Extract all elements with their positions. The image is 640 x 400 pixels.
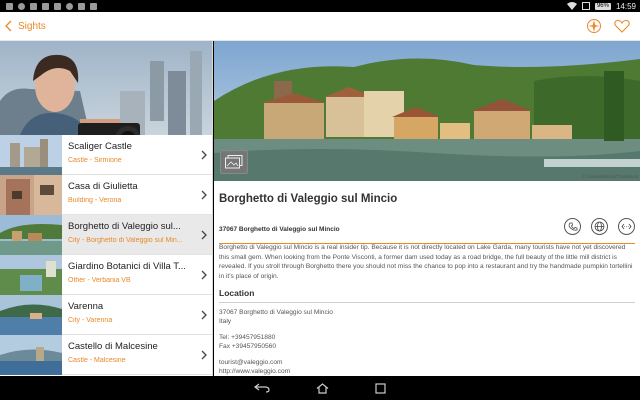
directions-icon [621,223,632,230]
list-item[interactable]: Scaliger Castle Castle - Sirmione [0,135,212,175]
phone-icon [568,222,577,231]
action-bar: Sights [0,12,640,41]
description: Borghetto di Valeggio sul Mincio is a re… [219,244,633,280]
address-line: 37067 Borghetto di Valeggio sul Mincio [219,226,340,233]
battery-indicator: 96% [594,2,611,10]
phone-number[interactable]: Tel: +39457951880 [219,334,333,343]
thumbnail-image [0,215,62,255]
thumbnail-image [0,135,62,175]
list-item[interactable]: Castello di Malcesine Castle - Malcesine [0,335,212,375]
notification-icon [66,2,73,10]
photo-credit: © LianeM/iStock/Thinkstock [582,174,638,179]
item-subtitle: City - Varenna [68,317,113,324]
call-button[interactable] [564,218,581,235]
status-bar: 96% 14:59 [0,0,640,12]
item-subtitle: City - Borghetto di Valeggio sul Min... [68,237,183,244]
item-subtitle: Other - Verbania VB [68,277,131,284]
chevron-right-icon [201,270,207,279]
thumbnail-image [0,255,62,295]
back-nav-icon[interactable] [254,383,270,393]
clock: 14:59 [615,1,636,11]
navigation-bar [0,376,640,400]
item-title: Borghetto di Valeggio sul... [68,221,181,232]
gallery-button[interactable] [220,150,248,174]
detail-photo: © LianeM/iStock/Thinkstock [214,41,640,181]
detail-pane: © LianeM/iStock/Thinkstock Borghetto di … [214,41,640,376]
globe-icon [594,221,605,232]
sights-list-pane: Scaliger Castle Castle - Sirmione Casa d… [0,41,213,376]
directions-button[interactable] [618,218,635,235]
list-item-selected[interactable]: Borghetto di Valeggio sul... City - Borg… [0,215,212,255]
gallery-icon [225,155,243,169]
heart-icon[interactable] [614,19,630,33]
website-link[interactable]: http://www.valeggio.com [219,368,333,377]
wifi-icon [566,2,577,10]
thumbnail-image [0,175,62,215]
website-button[interactable] [591,218,608,235]
chevron-left-icon [4,20,11,32]
hero-photo [0,41,212,135]
fax-number: Fax +39457950560 [219,342,277,350]
item-title: Giardino Botanici di Villa T... [68,261,186,272]
list-item[interactable]: Casa di Giulietta Building - Verona [0,175,212,215]
thumbnail-image [0,335,62,375]
location-heading: Location [219,288,635,303]
home-icon[interactable] [316,382,329,394]
android-icon [78,2,85,10]
notification-icon [6,2,13,10]
compass-icon[interactable] [586,18,602,34]
item-title: Varenna [68,301,104,312]
notification-icon [30,2,37,10]
location-street: 37067 Borghetto di Valeggio sul Mincio [219,309,333,316]
chevron-right-icon [201,190,207,199]
page-title: Sights [18,20,46,32]
notification-icon [90,2,97,10]
chevron-right-icon [201,150,207,159]
thumbnail-image [0,295,62,335]
item-title: Castello di Malcesine [68,341,158,352]
item-subtitle: Castle - Sirmione [68,157,122,164]
notification-icon [42,2,49,10]
notification-icon [54,2,61,10]
email-link[interactable]: tourist@valeggio.com [219,359,333,368]
detail-title: Borghetto di Valeggio sul Mincio [219,193,398,205]
recent-apps-icon[interactable] [375,382,386,394]
cast-icon [581,2,590,10]
notification-icon [18,2,25,10]
address-row: 37067 Borghetto di Valeggio sul Mincio [219,214,635,244]
item-subtitle: Building - Verona [68,197,122,204]
location-info: 37067 Borghetto di Valeggio sul Mincio I… [219,309,333,376]
notification-icons [0,2,97,10]
chevron-right-icon [201,310,207,319]
back-button[interactable] [2,12,14,41]
item-subtitle: Castle - Malcesine [68,357,126,364]
item-title: Scaliger Castle [68,141,132,152]
chevron-right-icon [201,230,207,239]
item-title: Casa di Giulietta [68,181,138,192]
list-item[interactable]: Giardino Botanici di Villa T... Other - … [0,255,212,295]
list-item[interactable]: Varenna City - Varenna [0,295,212,335]
location-country: Italy [219,317,232,325]
chevron-right-icon [201,350,207,359]
